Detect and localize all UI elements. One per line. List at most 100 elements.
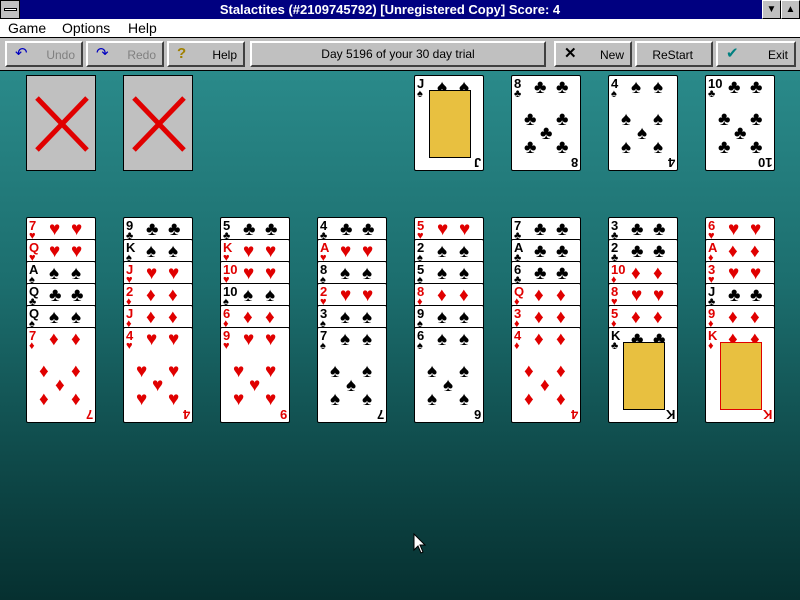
card-pip-icon: ♥ bbox=[233, 361, 245, 382]
card-pip-icon: ♣ bbox=[243, 219, 256, 240]
card-pip-icon: ♥ bbox=[168, 329, 180, 350]
undo-arrow-icon: ↶ bbox=[15, 45, 28, 62]
card-pip-icon: ♠ bbox=[437, 263, 448, 284]
card-pip-icon: ♥ bbox=[243, 263, 255, 284]
card-rank-corner: 8 bbox=[570, 155, 578, 170]
tableau-card[interactable]: K ♣ ♣ ♣ K bbox=[608, 327, 678, 423]
tableau-card[interactable]: 6 ♠ ♠ ♠ ♠ ♠ ♠ ♠ ♠ 6 bbox=[414, 327, 484, 423]
exit-button[interactable]: ✔ Exit bbox=[716, 41, 796, 67]
restart-button[interactable]: ReStart bbox=[635, 41, 713, 67]
card-pip-icon: ♥ bbox=[265, 389, 277, 410]
trial-status: Day 5196 of your 30 day trial bbox=[250, 41, 546, 67]
tableau-card[interactable]: K ♦ ♦ ♦ K bbox=[705, 327, 775, 423]
card-pip-icon: ♣ bbox=[556, 77, 569, 98]
foundation-pile[interactable]: 4 ♠ ♠ ♠ ♠ ♠ ♠ ♠ ♠ 4 bbox=[608, 75, 678, 171]
tableau-card[interactable]: 9 ♥ ♥ ♥ ♥ ♥ ♥ ♥ ♥ 9 bbox=[220, 327, 290, 423]
face-card-art-icon bbox=[429, 90, 471, 158]
card-pip-icon: ♣ bbox=[653, 219, 666, 240]
system-menu-button[interactable] bbox=[0, 0, 20, 19]
card-pip-icon: ♠ bbox=[340, 329, 351, 350]
card-pip-icon: ♣ bbox=[750, 285, 763, 306]
card-pip-icon: ♠ bbox=[437, 241, 448, 262]
card-pip-icon: ♣ bbox=[71, 285, 84, 306]
reserve-slot-empty[interactable] bbox=[26, 75, 96, 171]
card-pip-icon: ♠ bbox=[168, 241, 179, 262]
new-game-button[interactable]: ✕ New bbox=[554, 41, 632, 67]
menu-help[interactable]: Help bbox=[128, 20, 157, 36]
card-pip-icon: ♠ bbox=[427, 389, 438, 410]
card-pip-icon: ♦ bbox=[146, 285, 156, 306]
card-rank-corner: 4 bbox=[570, 407, 578, 422]
card-pip-icon: ♣ bbox=[524, 137, 537, 158]
card-pip-icon: ♣ bbox=[556, 137, 569, 158]
card-pip-icon: ♥ bbox=[146, 329, 158, 350]
card-pip-icon: ♥ bbox=[362, 285, 374, 306]
card-pip-icon: ♦ bbox=[71, 329, 81, 350]
card-suit-icon: ♠ bbox=[611, 88, 617, 100]
help-button[interactable]: ? Help bbox=[167, 41, 245, 67]
card-pip-icon: ♥ bbox=[459, 219, 471, 240]
face-card-art-icon bbox=[720, 342, 762, 410]
card-suit-icon: ♠ bbox=[417, 88, 423, 100]
tableau-card[interactable]: 4 ♦ ♦ ♦ ♦ ♦ ♦ ♦ ♦ 4 bbox=[511, 327, 581, 423]
tableau-card[interactable]: 4 ♥ ♥ ♥ ♥ ♥ ♥ ♥ ♥ 4 bbox=[123, 327, 193, 423]
card-pip-icon: ♦ bbox=[750, 241, 760, 262]
card-pip-icon: ♥ bbox=[750, 263, 762, 284]
menu-options[interactable]: Options bbox=[62, 20, 110, 36]
card-pip-icon: ♦ bbox=[728, 241, 738, 262]
red-x-icon bbox=[35, 96, 89, 152]
card-pip-icon: ♠ bbox=[653, 109, 664, 130]
card-pip-icon: ♥ bbox=[340, 241, 352, 262]
card-pip-icon: ♥ bbox=[728, 263, 740, 284]
mouse-cursor-icon bbox=[413, 533, 427, 554]
card-pip-icon: ♦ bbox=[243, 307, 253, 328]
card-pip-icon: ♣ bbox=[750, 109, 763, 130]
menu-bar: Game Options Help bbox=[0, 19, 800, 38]
tableau-card[interactable]: 7 ♠ ♠ ♠ ♠ ♠ ♠ ♠ ♠ 7 bbox=[317, 327, 387, 423]
card-pip-icon: ♠ bbox=[653, 77, 664, 98]
menu-game[interactable]: Game bbox=[8, 20, 46, 36]
card-pip-icon: ♦ bbox=[653, 307, 663, 328]
card-pip-icon: ♦ bbox=[524, 389, 534, 410]
card-pip-icon: ♠ bbox=[443, 375, 454, 396]
card-pip-icon: ♣ bbox=[340, 219, 353, 240]
card-pip-icon: ♠ bbox=[71, 263, 82, 284]
card-pip-icon: ♥ bbox=[168, 361, 180, 382]
card-pip-icon: ♠ bbox=[437, 329, 448, 350]
card-pip-icon: ♦ bbox=[39, 361, 49, 382]
minimize-button[interactable]: ▼ bbox=[762, 0, 781, 19]
reserve-slot-empty[interactable] bbox=[123, 75, 193, 171]
card-pip-icon: ♥ bbox=[437, 219, 449, 240]
foundation-pile[interactable]: J ♠ ♠ ♠ J bbox=[414, 75, 484, 171]
card-rank-corner: 6 bbox=[473, 407, 481, 422]
card-suit-icon: ♣ bbox=[611, 340, 619, 352]
card-pip-icon: ♥ bbox=[265, 263, 277, 284]
card-pip-icon: ♣ bbox=[534, 219, 547, 240]
foundation-pile[interactable]: 8 ♣ ♣ ♣ ♣ ♣ ♣ ♣ ♣ 8 bbox=[511, 75, 581, 171]
card-pip-icon: ♥ bbox=[265, 361, 277, 382]
redo-button[interactable]: ↷ Redo bbox=[86, 41, 164, 67]
card-pip-icon: ♣ bbox=[534, 77, 547, 98]
card-suit-icon: ♣ bbox=[708, 88, 716, 100]
card-pip-icon: ♥ bbox=[750, 219, 762, 240]
card-pip-icon: ♣ bbox=[524, 109, 537, 130]
card-suit-icon: ♠ bbox=[320, 340, 326, 352]
card-pip-icon: ♣ bbox=[750, 77, 763, 98]
redo-arrow-icon: ↷ bbox=[96, 45, 109, 62]
red-x-icon bbox=[132, 96, 186, 152]
system-menu-icon bbox=[4, 8, 17, 11]
card-rank-corner: K bbox=[762, 407, 772, 422]
maximize-button[interactable]: ▲ bbox=[781, 0, 800, 19]
card-pip-icon: ♠ bbox=[459, 263, 470, 284]
undo-button[interactable]: ↶ Undo bbox=[5, 41, 83, 67]
card-pip-icon: ♦ bbox=[534, 329, 544, 350]
card-pip-icon: ♦ bbox=[631, 263, 641, 284]
tableau-card[interactable]: 7 ♦ ♦ ♦ ♦ ♦ ♦ ♦ ♦ 7 bbox=[26, 327, 96, 423]
card-pip-icon: ♦ bbox=[556, 307, 566, 328]
card-pip-icon: ♠ bbox=[621, 137, 632, 158]
foundation-pile[interactable]: 10 ♣ ♣ ♣ ♣ ♣ ♣ ♣ ♣ 10 bbox=[705, 75, 775, 171]
card-pip-icon: ♦ bbox=[534, 307, 544, 328]
card-pip-icon: ♠ bbox=[49, 307, 60, 328]
card-suit-icon: ♦ bbox=[708, 340, 714, 352]
card-pip-icon: ♦ bbox=[168, 285, 178, 306]
